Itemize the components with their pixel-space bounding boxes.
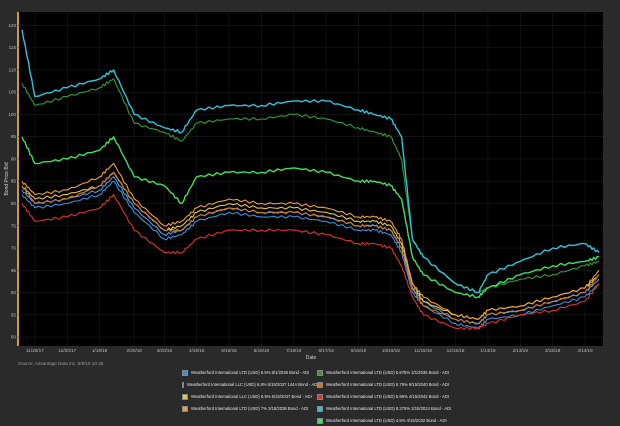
x-tick-label: 11/15/18 <box>414 348 432 353</box>
legend-label: Weatherford International LTD (USD) 5.95… <box>326 394 449 399</box>
legend-swatch <box>182 381 184 388</box>
x-tick-label: 9/16/18 <box>351 348 367 353</box>
bond-price-chart: 50 55 60 65 70 75 80 85 90 95 100 105 110 115 120 11/20… <box>0 0 620 420</box>
y-tick-label: 115 <box>9 45 17 50</box>
legend-swatch <box>182 405 188 412</box>
y-tick-label: 70 <box>11 246 17 251</box>
legend-label: Weatherford International LTD (USD) 8.37… <box>326 406 452 411</box>
x-tick-label: 1/14/19 <box>480 348 496 353</box>
legend-label: Weatherford International LTD (USD) 6.87… <box>326 370 449 375</box>
x-tick-label: 6/18/18 <box>254 348 270 353</box>
x-tick-label: 7/18/18 <box>286 348 302 353</box>
legend-item: Weatherford International LTD (USD) 7% 3… <box>182 403 317 414</box>
x-tick-label: 2/20/18 <box>127 348 143 353</box>
legend-label: Weatherford International LLC (USD) 6.5%… <box>191 394 312 399</box>
x-tick-label: 10/16/18 <box>382 348 400 353</box>
legend-label: Weatherford International LTD (USD) 6.5%… <box>191 370 310 375</box>
y-axis-label: Bond Price Bid <box>4 162 10 195</box>
legend-swatch <box>317 369 323 376</box>
y-tick-label: 105 <box>8 90 16 95</box>
x-tick-label: 4/14/19 <box>577 348 593 353</box>
legend-label: Weatherford International LLC (USD) 6.8%… <box>187 382 319 387</box>
legend-swatch <box>317 393 323 400</box>
y-tick-label: 95 <box>11 134 17 139</box>
legend-item: Weatherford International LLC (USD) 6.5%… <box>182 391 317 402</box>
x-tick-label: 8/17/18 <box>318 348 334 353</box>
legend-swatch <box>317 417 323 424</box>
legend-label: Weatherford International LTD (USD) 6.75… <box>326 382 449 387</box>
x-tick-label: 11/20/17 <box>26 348 44 353</box>
x-tick-label: 12/15/18 <box>447 348 465 353</box>
x-tick-label: 12/20/17 <box>58 348 76 353</box>
x-tick-label: 5/19/18 <box>221 348 237 353</box>
legend-item: Weatherford International LTD (USD) 6.75… <box>317 379 467 390</box>
y-tick-label: 55 <box>11 312 17 317</box>
legend-item: Weatherford International LTD (USD) 6.87… <box>317 367 467 378</box>
y-tick-label: 75 <box>11 223 17 228</box>
chart-legend: Weatherford International LTD (USD) 6.5%… <box>182 367 602 424</box>
y-tick-label: 90 <box>11 156 17 161</box>
legend-spacer <box>182 415 317 426</box>
y-tick-label: 50 <box>11 335 17 340</box>
y-tick-label: 80 <box>11 201 17 206</box>
x-axis-label: Date <box>306 355 317 361</box>
y-tick-label: 60 <box>11 290 17 295</box>
y-tick-label: 110 <box>9 67 17 72</box>
x-tick-label: 4/19/18 <box>189 348 205 353</box>
x-tick-label: 2/13/19 <box>513 348 529 353</box>
x-tick-label: 3/15/19 <box>545 348 561 353</box>
legend-item: Weatherford International LLC (USD) 6.8%… <box>182 379 319 390</box>
legend-swatch <box>182 393 188 400</box>
y-tick-label: 120 <box>8 23 16 28</box>
y-tick-label: 85 <box>11 179 17 184</box>
legend-item: Weatherford International LTD (USD) 6.5%… <box>182 367 317 378</box>
x-tick-label: 3/20/18 <box>157 348 173 353</box>
legend-item: Weatherford International LTD (USD) 5.95… <box>317 391 467 402</box>
legend-swatch <box>182 369 188 376</box>
y-tick-label: 65 <box>11 268 17 273</box>
legend-item: Weatherford International LTD (USD) 4.5%… <box>317 415 467 426</box>
legend-item: Weatherford International LTD (USD) 8.37… <box>317 403 467 414</box>
legend-swatch <box>317 405 323 412</box>
source-note: Source: Advantage Data Inc. 5/9/19 10:48 <box>18 361 104 366</box>
x-tick-label: 1/19/18 <box>92 348 108 353</box>
y-tick-label: 100 <box>8 112 16 117</box>
legend-label: Weatherford International LTD (USD) 4.5%… <box>326 418 447 423</box>
legend-label: Weatherford International LTD (USD) 7% 3… <box>191 406 309 411</box>
legend-swatch <box>317 381 323 388</box>
